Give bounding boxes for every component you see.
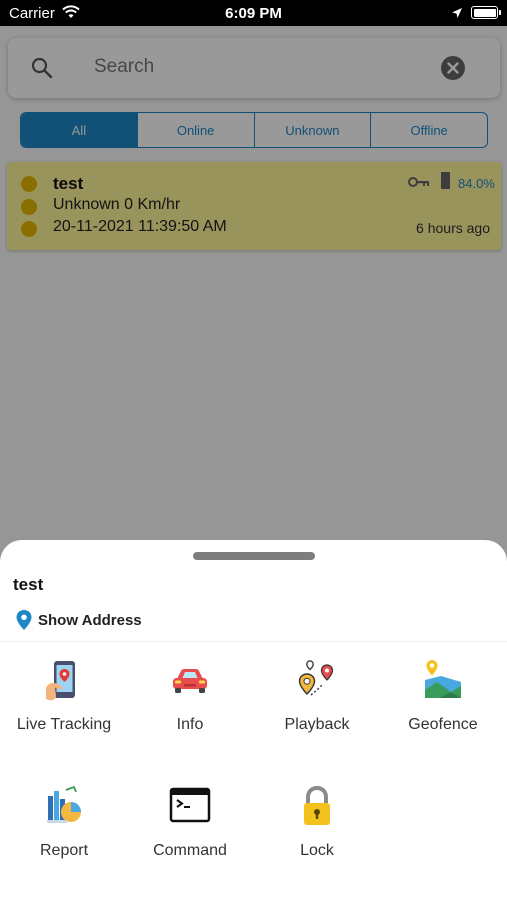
show-address-label: Show Address [38,611,142,629]
status-bar: Carrier 6:09 PM [0,0,507,26]
sheet-drag-handle[interactable] [193,552,315,560]
battery-icon [471,6,501,19]
divider [0,641,507,642]
report-chart-icon [47,785,81,823]
show-address-link[interactable]: Show Address [16,610,142,630]
geofence-label: Geofence [408,716,478,733]
command-button[interactable]: Command [127,784,253,894]
lock-label: Lock [300,842,334,859]
map-pin-icon [16,610,32,630]
lock-button[interactable]: Lock [254,784,380,894]
car-icon [173,669,207,693]
clock: 6:09 PM [225,5,282,22]
sheet-title: test [13,575,44,594]
live-tracking-button[interactable]: Live Tracking [1,658,127,768]
live-tracking-label: Live Tracking [16,716,112,733]
playback-button[interactable]: Playback [254,658,380,768]
lock-icon [304,785,330,825]
geofence-button[interactable]: Geofence [380,658,506,768]
geofence-map-icon [425,660,461,698]
device-actions-sheet: test Show Address Live Tracking Info Pla… [0,540,507,900]
info-button[interactable]: Info [127,658,253,768]
playback-route-icon [298,660,334,696]
location-arrow-icon [451,6,463,24]
command-label: Command [153,842,227,859]
report-label: Report [39,842,89,859]
live-tracking-icon [46,661,75,701]
report-button[interactable]: Report [1,784,127,894]
terminal-icon [169,787,211,823]
playback-label: Playback [284,716,350,733]
info-label: Info [176,716,204,733]
